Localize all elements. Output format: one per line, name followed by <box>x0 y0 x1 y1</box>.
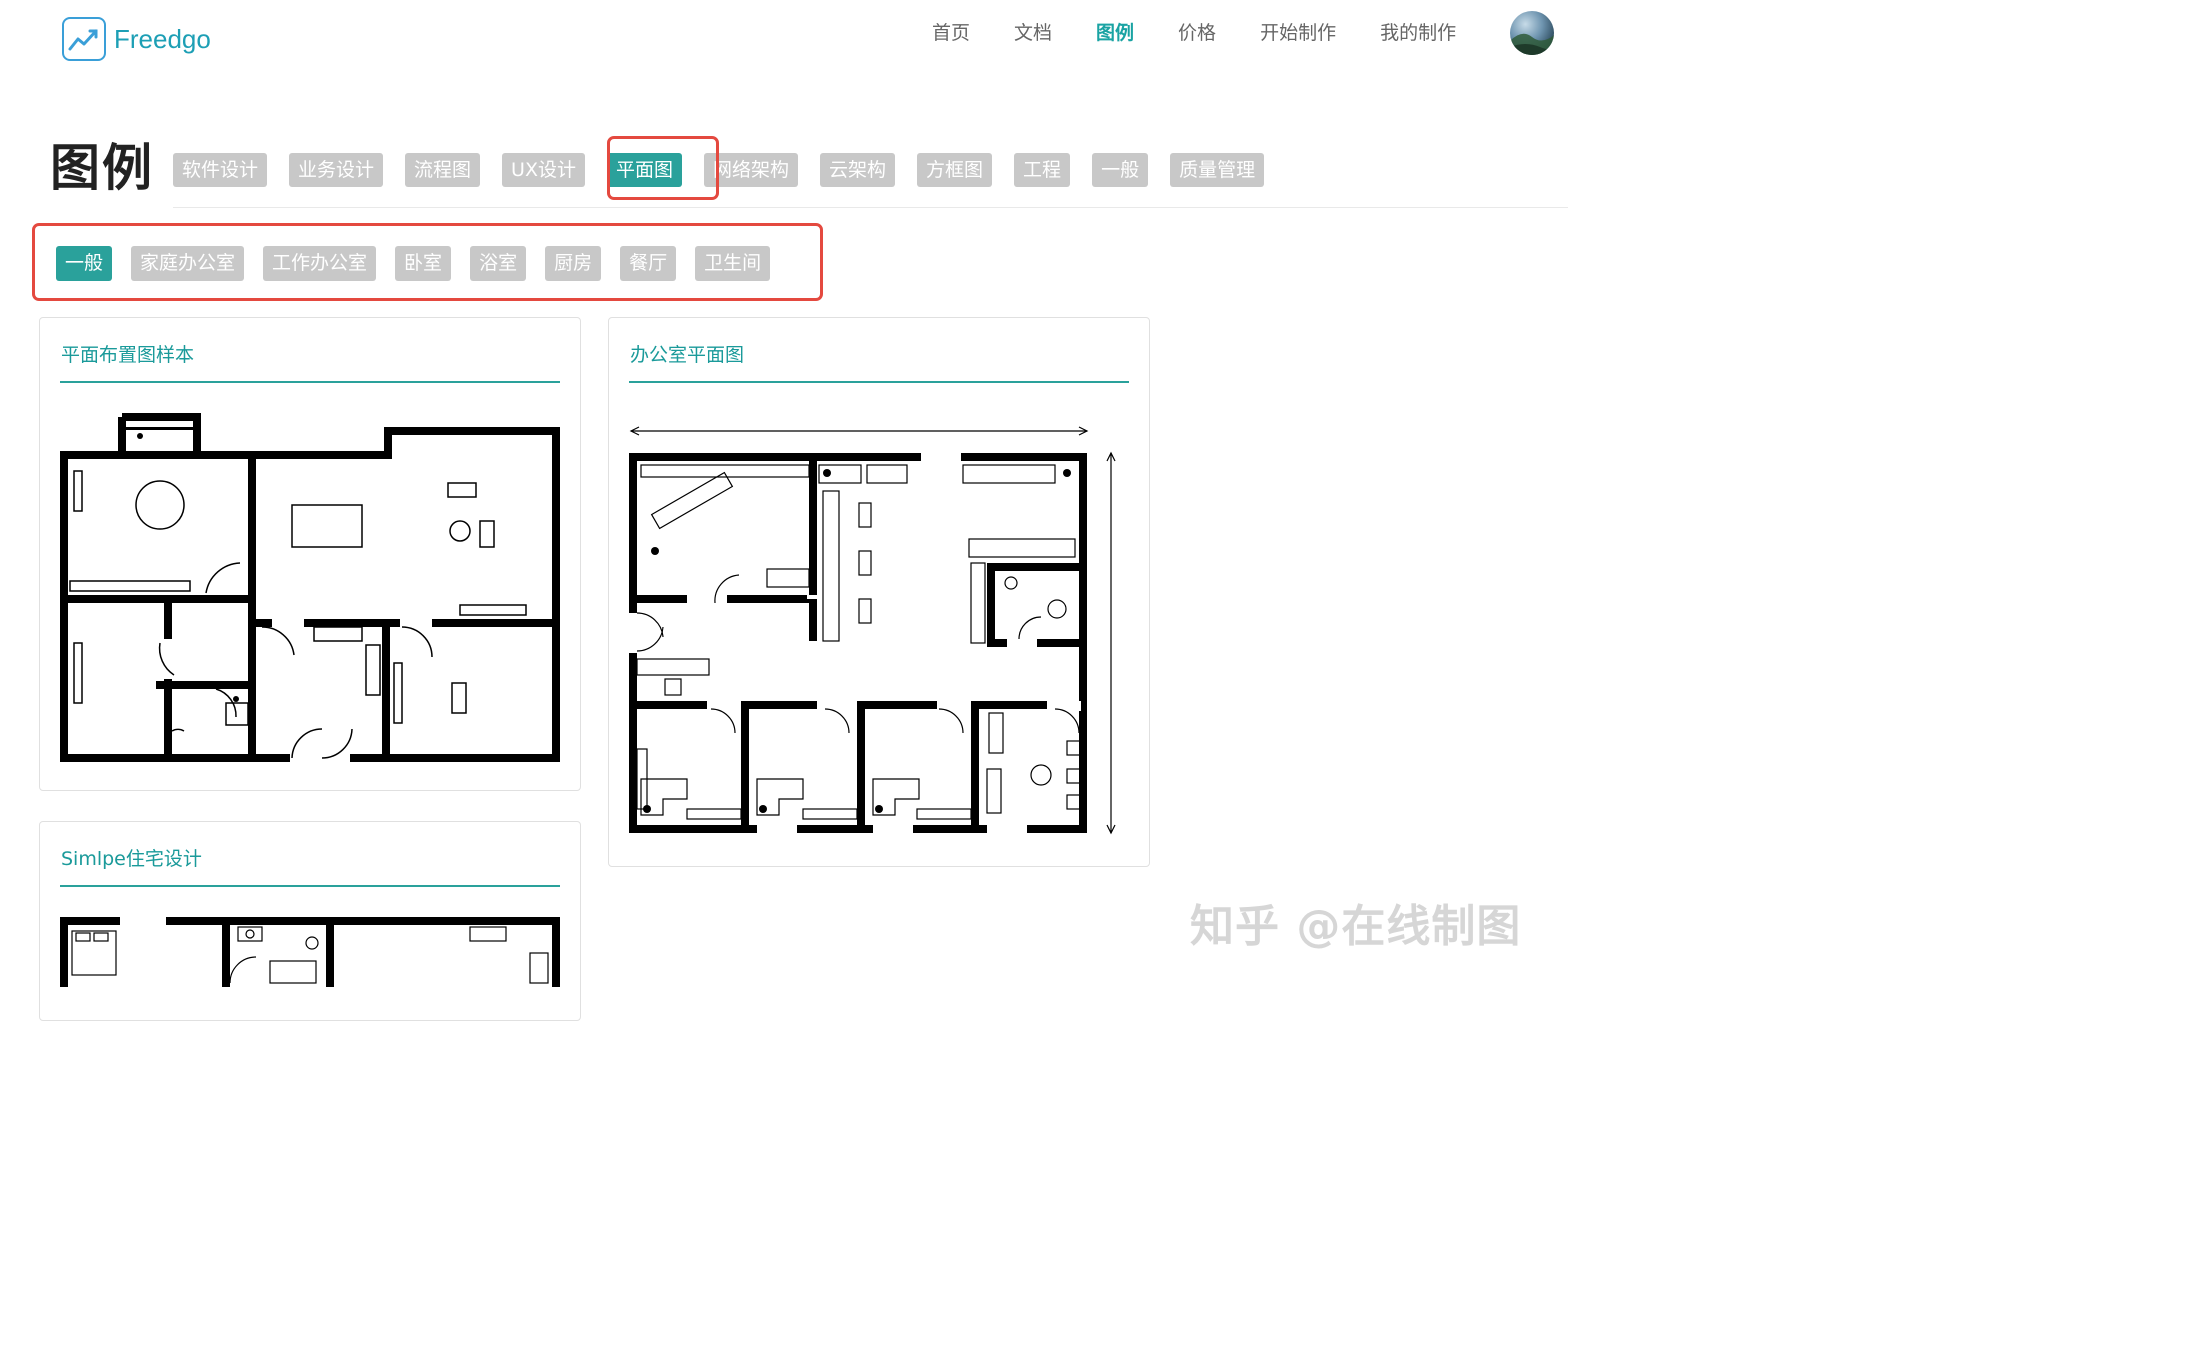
category-tab[interactable]: 业务设计 <box>289 153 384 187</box>
logo[interactable]: Freedgo <box>62 17 211 61</box>
logo-text: Freedgo <box>114 23 211 54</box>
user-avatar[interactable] <box>1510 11 1554 55</box>
nav-home[interactable]: 首页 <box>932 20 970 46</box>
page-title: 图例 <box>50 139 154 197</box>
trend-chart-icon <box>62 17 106 61</box>
card-title: Simlpe住宅设计 <box>61 848 202 870</box>
top-nav: 首页 文档 图例 价格 开始制作 我的制作 <box>932 20 1500 46</box>
category-tab[interactable]: 工程 <box>1014 153 1071 187</box>
nav-my-creations[interactable]: 我的制作 <box>1380 20 1456 46</box>
example-card[interactable]: Simlpe住宅设计 <box>39 821 581 1021</box>
nav-pricing[interactable]: 价格 <box>1178 20 1216 46</box>
category-tabs: 软件设计 业务设计 流程图 UX设计 平面图 网络架构 云架构 方框图 工程 一… <box>173 153 1286 187</box>
card-title-rule <box>60 885 560 887</box>
card-title-rule <box>629 381 1129 383</box>
category-tab[interactable]: 方框图 <box>917 153 993 187</box>
house-floorplan-thumbnail <box>60 917 560 987</box>
category-tab[interactable]: 一般 <box>1092 153 1149 187</box>
category-highlight-box <box>607 136 719 200</box>
category-tab[interactable]: 质量管理 <box>1170 153 1265 187</box>
category-tab[interactable]: 流程图 <box>405 153 481 187</box>
divider <box>173 207 1568 208</box>
card-title: 办公室平面图 <box>630 344 745 366</box>
nav-examples[interactable]: 图例 <box>1096 20 1134 46</box>
subcategory-highlight-box <box>32 223 823 301</box>
category-tab[interactable]: UX设计 <box>502 153 585 187</box>
office-floorplan-thumbnail <box>629 426 1116 835</box>
example-card[interactable]: 平面布置图样本 <box>39 317 581 791</box>
nav-start-creating[interactable]: 开始制作 <box>1260 20 1336 46</box>
category-tab[interactable]: 云架构 <box>820 153 896 187</box>
floorplan-thumbnail <box>60 413 560 763</box>
nav-docs[interactable]: 文档 <box>1014 20 1052 46</box>
watermark: 知乎 @在线制图 <box>1190 901 1522 952</box>
example-card[interactable]: 办公室平面图 <box>608 317 1150 867</box>
card-title-rule <box>60 381 560 383</box>
category-tab[interactable]: 软件设计 <box>173 153 268 187</box>
card-title: 平面布置图样本 <box>61 344 195 366</box>
